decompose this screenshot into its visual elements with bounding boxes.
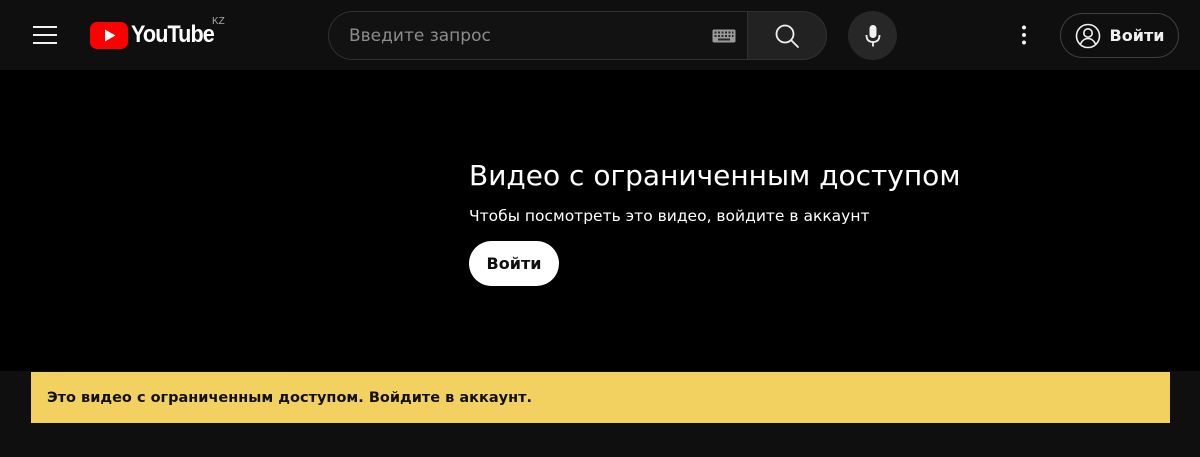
hamburger-menu-icon: [33, 26, 57, 44]
keyboard-icon: [712, 29, 736, 42]
vertical-dots-icon: [1022, 25, 1026, 45]
masthead: YouTube KZ Введите запрос Войти: [0, 0, 1200, 70]
video-player: Видео с ограниченным доступом Чтобы посм…: [0, 70, 1200, 371]
country-code: KZ: [212, 16, 225, 27]
restricted-video-subtitle: Чтобы посмотреть это видео, войдите в ак…: [469, 207, 870, 225]
search-button[interactable]: [747, 11, 827, 60]
youtube-play-icon: [90, 21, 128, 49]
account-circle-icon: [1075, 23, 1100, 48]
player-signin-button[interactable]: Войти: [469, 241, 559, 286]
logo-wordmark: YouTube: [131, 21, 215, 48]
header-signin-button[interactable]: Войти: [1060, 13, 1179, 58]
virtual-keyboard-button[interactable]: [700, 12, 748, 59]
restricted-video-title: Видео с ограниченным доступом: [469, 159, 961, 192]
header-signin-label: Войти: [1109, 26, 1165, 45]
search-box: [328, 11, 748, 60]
restricted-warning-banner: Это видео с ограниченным доступом. Войди…: [31, 372, 1170, 423]
settings-menu-button[interactable]: [1004, 15, 1044, 55]
search-input[interactable]: [329, 12, 700, 59]
search-icon: [775, 24, 799, 48]
banner-message: Это видео с ограниченным доступом. Войди…: [47, 389, 533, 406]
voice-search-button[interactable]: [848, 11, 897, 60]
guide-menu-button[interactable]: [22, 15, 68, 55]
microphone-icon: [865, 24, 880, 46]
youtube-logo[interactable]: YouTube: [90, 20, 223, 50]
